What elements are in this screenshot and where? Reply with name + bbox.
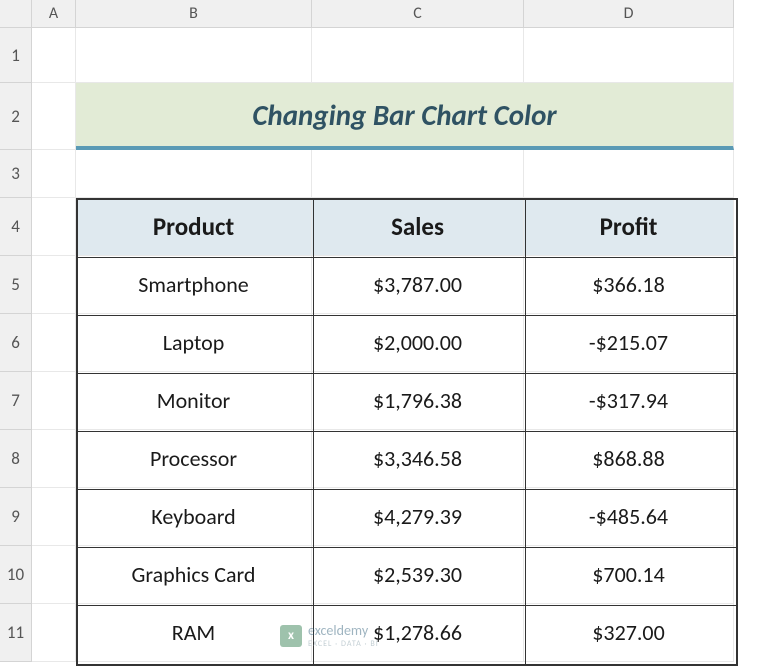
cell-A9[interactable] <box>32 488 76 546</box>
table-row: Smartphone$3,787.00$366.18 <box>32 256 734 314</box>
cell-B1[interactable] <box>76 28 312 83</box>
col-header-C[interactable]: C <box>312 0 524 28</box>
row-header-2[interactable]: 2 <box>0 83 32 150</box>
cell-product[interactable]: Monitor <box>76 372 312 430</box>
cell-B3[interactable] <box>76 150 312 198</box>
row-header-4[interactable]: 4 <box>0 198 32 256</box>
table-row: Processor$3,346.58$868.88 <box>32 430 734 488</box>
cell-sales[interactable]: $4,279.39 <box>312 488 524 546</box>
cell-product[interactable]: Processor <box>76 430 312 488</box>
cell-sales[interactable]: $1,796.38 <box>312 372 524 430</box>
cell-product[interactable]: Keyboard <box>76 488 312 546</box>
row-header-3[interactable]: 3 <box>0 150 32 198</box>
cell-C1[interactable] <box>312 28 524 83</box>
cell-product[interactable]: Laptop <box>76 314 312 372</box>
select-all-corner[interactable] <box>0 0 32 28</box>
spreadsheet: A B C D 1 2 3 4 5 6 7 8 9 10 11 <box>0 0 768 662</box>
cell-profit[interactable]: $327.00 <box>524 604 734 662</box>
cell-C3[interactable] <box>312 150 524 198</box>
header-sales[interactable]: Sales <box>312 198 524 256</box>
row-header-11[interactable]: 11 <box>0 604 32 662</box>
cell-sales[interactable]: $2,000.00 <box>312 314 524 372</box>
column-headers: A B C D <box>0 0 768 28</box>
cell-grid: Changing Bar Chart Color Product Sales P… <box>32 28 734 662</box>
row-header-5[interactable]: 5 <box>0 256 32 314</box>
watermark: x exceldemy EXCEL · DATA · BI <box>280 622 379 649</box>
cell-profit[interactable]: -$317.94 <box>524 372 734 430</box>
cell-A5[interactable] <box>32 256 76 314</box>
row-header-10[interactable]: 10 <box>0 546 32 604</box>
cell-sales[interactable]: $3,346.58 <box>312 430 524 488</box>
cell-A4[interactable] <box>32 198 76 256</box>
table-row: Keyboard$4,279.39-$485.64 <box>32 488 734 546</box>
cell-sales[interactable]: $2,539.30 <box>312 546 524 604</box>
header-product[interactable]: Product <box>76 198 312 256</box>
row-header-8[interactable]: 8 <box>0 430 32 488</box>
cell-A6[interactable] <box>32 314 76 372</box>
row-header-9[interactable]: 9 <box>0 488 32 546</box>
cell-A3[interactable] <box>32 150 76 198</box>
cell-profit[interactable]: $868.88 <box>524 430 734 488</box>
cell-A7[interactable] <box>32 372 76 430</box>
cell-A2[interactable] <box>32 83 76 150</box>
cell-profit[interactable]: $366.18 <box>524 256 734 314</box>
cell-sales[interactable]: $3,787.00 <box>312 256 524 314</box>
cell-product[interactable]: RAM <box>76 604 312 662</box>
row-header-1[interactable]: 1 <box>0 28 32 83</box>
table-row: Monitor$1,796.38-$317.94 <box>32 372 734 430</box>
cell-profit[interactable]: -$485.64 <box>524 488 734 546</box>
watermark-brand: exceldemy <box>308 622 368 639</box>
cell-A10[interactable] <box>32 546 76 604</box>
row-headers: 1 2 3 4 5 6 7 8 9 10 11 <box>0 28 32 662</box>
col-header-A[interactable]: A <box>32 0 76 28</box>
watermark-tag: EXCEL · DATA · BI <box>308 639 379 649</box>
title-cell[interactable]: Changing Bar Chart Color <box>76 83 734 150</box>
cell-profit[interactable]: -$215.07 <box>524 314 734 372</box>
cell-A8[interactable] <box>32 430 76 488</box>
table-row: Graphics Card$2,539.30$700.14 <box>32 546 734 604</box>
cell-product[interactable]: Smartphone <box>76 256 312 314</box>
cell-A1[interactable] <box>32 28 76 83</box>
excel-icon: x <box>280 625 302 647</box>
cell-product[interactable]: Graphics Card <box>76 546 312 604</box>
row-header-7[interactable]: 7 <box>0 372 32 430</box>
col-header-D[interactable]: D <box>524 0 734 28</box>
cell-D1[interactable] <box>524 28 734 83</box>
table-row: Laptop$2,000.00-$215.07 <box>32 314 734 372</box>
col-header-B[interactable]: B <box>76 0 312 28</box>
cell-A11[interactable] <box>32 604 76 662</box>
row-header-6[interactable]: 6 <box>0 314 32 372</box>
header-profit[interactable]: Profit <box>524 198 734 256</box>
cell-profit[interactable]: $700.14 <box>524 546 734 604</box>
table-row: RAM$1,278.66$327.00 <box>32 604 734 662</box>
cell-D3[interactable] <box>524 150 734 198</box>
